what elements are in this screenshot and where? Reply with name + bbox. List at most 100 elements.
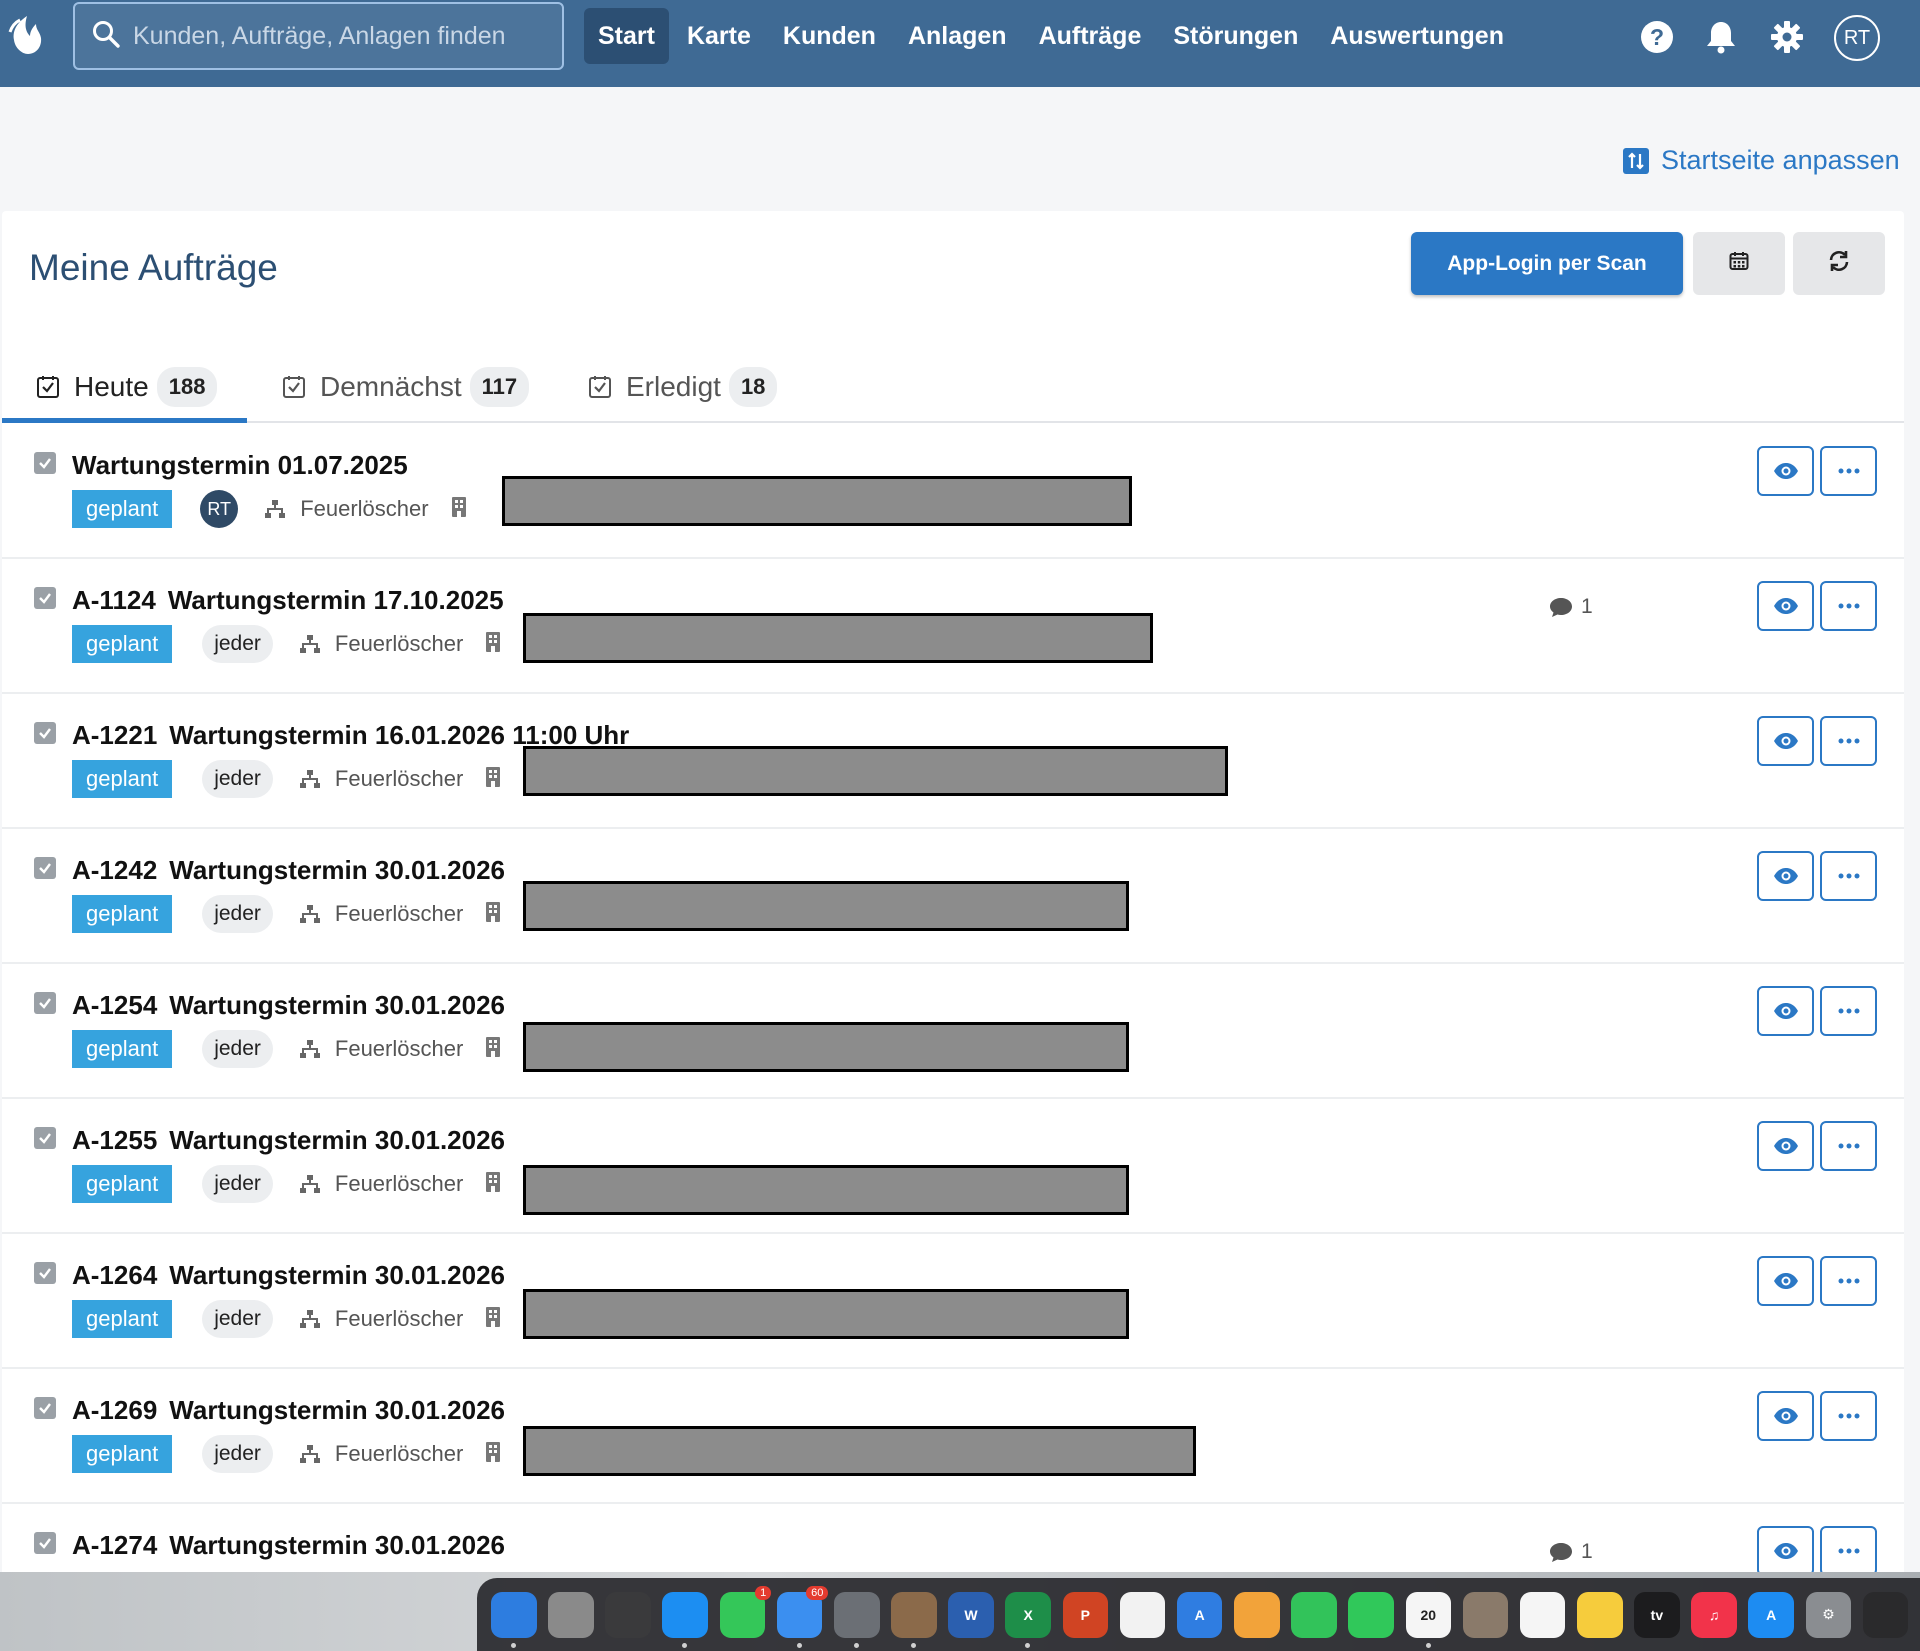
customize-startpage-link[interactable]: Startseite anpassen [1623, 145, 1900, 176]
reminders-icon[interactable] [1519, 1591, 1566, 1638]
activity-monitor-icon[interactable] [1862, 1591, 1909, 1638]
task-checkbox-icon[interactable] [34, 1127, 56, 1149]
finder-icon[interactable] [491, 1591, 537, 1648]
tv-icon[interactable]: tv [1634, 1591, 1680, 1638]
nav-karte[interactable]: Karte [673, 8, 765, 64]
view-button[interactable] [1757, 1121, 1814, 1171]
order-row[interactable]: A-1221 Wartungstermin 16.01.2026 11:00 Uh… [2, 694, 1904, 829]
task-checkbox-icon[interactable] [34, 1262, 56, 1284]
order-row[interactable]: A-1124 Wartungstermin 17.10.2025 geplant je… [2, 559, 1904, 694]
order-title[interactable]: A-1274 Wartungstermin 30.01.2026 [72, 1530, 505, 1561]
view-button[interactable] [1757, 1256, 1814, 1306]
word-icon[interactable]: W [948, 1591, 994, 1638]
nav-stoerungen[interactable]: Störungen [1159, 8, 1312, 64]
music-icon[interactable]: ♫ [1691, 1591, 1737, 1638]
nav-auftraege[interactable]: Aufträge [1025, 8, 1156, 64]
order-row[interactable]: A-1255 Wartungstermin 30.01.2026 geplant je… [2, 1099, 1904, 1234]
more-options-button[interactable] [1820, 1256, 1877, 1306]
view-button[interactable] [1757, 1526, 1814, 1576]
order-row[interactable]: A-1264 Wartungstermin 30.01.2026 geplant je… [2, 1234, 1904, 1369]
safari-icon[interactable] [662, 1591, 709, 1648]
order-row[interactable]: A-1254 Wartungstermin 30.01.2026 geplant je… [2, 964, 1904, 1099]
tab-demnaechst[interactable]: Demnächst 117 [282, 351, 530, 423]
task-checkbox-icon[interactable] [34, 587, 56, 609]
notes-icon[interactable] [1576, 1591, 1623, 1638]
search-input[interactable] [133, 21, 553, 51]
order-title[interactable]: A-1242 Wartungstermin 30.01.2026 [72, 855, 505, 886]
order-title[interactable]: A-1255 Wartungstermin 30.01.2026 [72, 1125, 505, 1156]
view-button[interactable] [1757, 581, 1814, 631]
notification-bell-icon[interactable] [1702, 18, 1740, 56]
more-options-button[interactable] [1820, 1391, 1877, 1441]
settings-gear-icon[interactable] [1768, 18, 1806, 56]
view-button[interactable] [1757, 851, 1814, 901]
more-options-button[interactable] [1820, 1121, 1877, 1171]
nav-start[interactable]: Start [584, 8, 669, 64]
order-title[interactable]: A-1124 Wartungstermin 17.10.2025 [72, 585, 504, 616]
task-checkbox-icon[interactable] [34, 992, 56, 1014]
more-options-button[interactable] [1820, 851, 1877, 901]
task-checkbox-icon[interactable] [34, 452, 56, 474]
tab-label: Demnächst [320, 371, 462, 402]
disk-utility-icon[interactable] [833, 1591, 880, 1648]
refresh-button[interactable] [1793, 232, 1885, 295]
comment-count[interactable]: 1 [1549, 1540, 1593, 1564]
order-number: A-1242 [72, 855, 158, 885]
task-checkbox-icon[interactable] [34, 722, 56, 744]
nav-anlagen[interactable]: Anlagen [894, 8, 1021, 64]
tab-erledigt[interactable]: Erledigt 18 [588, 351, 778, 423]
phone-icon[interactable] [1348, 1591, 1394, 1638]
view-button[interactable] [1757, 716, 1814, 766]
order-row[interactable]: Wartungstermin 01.07.2025 geplant RT Feuerl… [2, 424, 1904, 559]
contacts-icon[interactable] [1462, 1591, 1509, 1638]
running-indicator [911, 1642, 917, 1648]
order-row[interactable]: A-1269 Wartungstermin 30.01.2026 geplant je… [2, 1369, 1904, 1504]
script-editor-icon[interactable] [891, 1591, 937, 1648]
task-checkbox-icon[interactable] [34, 857, 56, 879]
redacted-address [523, 746, 1228, 796]
facetime-icon[interactable] [1291, 1591, 1337, 1638]
freeform-icon[interactable] [1119, 1591, 1166, 1638]
task-checkbox-icon[interactable] [34, 1532, 56, 1554]
photos-icon[interactable] [1234, 1591, 1280, 1638]
app-logo-icon[interactable] [6, 12, 48, 58]
task-checkbox-icon[interactable] [34, 1397, 56, 1419]
user-avatar[interactable]: RT [1834, 15, 1880, 61]
more-options-button[interactable] [1820, 581, 1877, 631]
help-icon[interactable]: ? [1638, 18, 1676, 56]
redacted-address [523, 613, 1153, 663]
comment-count[interactable]: 1 [1549, 595, 1593, 619]
order-row[interactable]: A-1242 Wartungstermin 30.01.2026 geplant je… [2, 829, 1904, 964]
more-options-button[interactable] [1820, 1526, 1877, 1576]
more-options-button[interactable] [1820, 716, 1877, 766]
view-button[interactable] [1757, 1391, 1814, 1441]
assignee-pill: jeder [202, 625, 273, 663]
mail-icon[interactable]: 60 [776, 1585, 829, 1648]
order-meta: geplant jeder Feuerlöscher [72, 759, 501, 799]
more-options-button[interactable] [1820, 986, 1877, 1036]
app-store-icon[interactable]: A [1748, 1591, 1794, 1638]
view-button[interactable] [1757, 986, 1814, 1036]
category: Feuerlöscher [299, 1171, 463, 1197]
app-login-scan-button[interactable]: App-Login per Scan [1411, 232, 1683, 295]
tab-count-badge: 188 [156, 367, 218, 407]
tab-heute[interactable]: Heute 188 [36, 351, 218, 423]
view-button[interactable] [1757, 446, 1814, 496]
order-title[interactable]: A-1269 Wartungstermin 30.01.2026 [72, 1395, 505, 1426]
nav-kunden[interactable]: Kunden [769, 8, 890, 64]
calculator-icon[interactable] [548, 1591, 594, 1638]
nav-auswertungen[interactable]: Auswertungen [1316, 8, 1518, 64]
messages-icon[interactable]: 1 [719, 1585, 772, 1638]
powerpoint-icon[interactable]: P [1062, 1591, 1109, 1638]
calendar-icon[interactable]: 20 [1405, 1591, 1452, 1648]
calendar-view-button[interactable] [1693, 232, 1785, 295]
more-options-button[interactable] [1820, 446, 1877, 496]
system-settings-icon[interactable]: ⚙ [1805, 1591, 1852, 1638]
excel-icon[interactable]: X [1005, 1591, 1051, 1648]
instruments-icon[interactable]: A [1176, 1591, 1223, 1638]
order-title[interactable]: A-1254 Wartungstermin 30.01.2026 [72, 990, 505, 1021]
order-title[interactable]: A-1264 Wartungstermin 30.01.2026 [72, 1260, 505, 1291]
launchpad-icon[interactable] [605, 1591, 651, 1638]
order-title[interactable]: Wartungstermin 01.07.2025 [72, 450, 408, 481]
global-search-box[interactable] [73, 2, 564, 70]
